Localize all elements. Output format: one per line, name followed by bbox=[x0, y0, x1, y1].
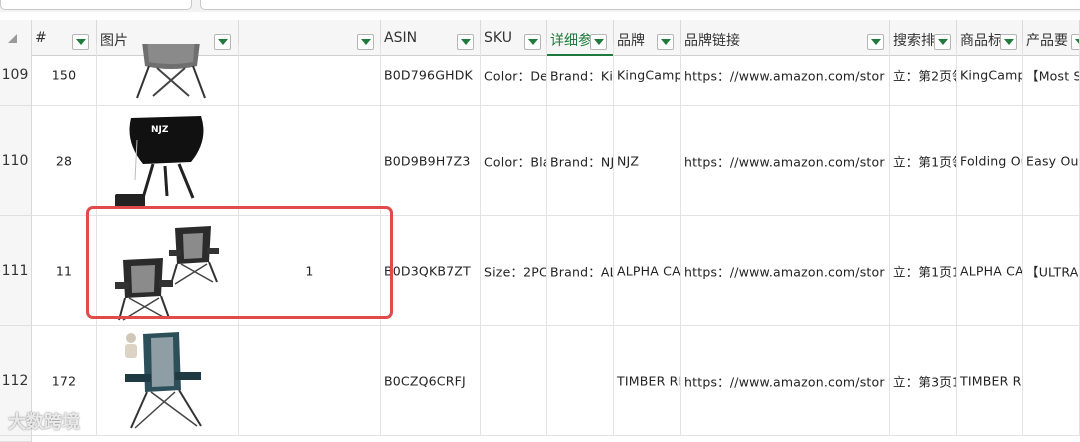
cell-text: https：//www.amazon.com/stor bbox=[684, 154, 885, 169]
cell-blank[interactable] bbox=[239, 44, 381, 106]
cell-text: Color：De bbox=[484, 68, 547, 83]
cell-image[interactable]: NJZ bbox=[97, 106, 239, 216]
cell-product-title[interactable]: ALPHA CA bbox=[957, 216, 1023, 326]
cell-blank[interactable] bbox=[239, 326, 381, 436]
cell-text: 150 bbox=[51, 67, 77, 82]
cell-brand-link[interactable]: https：//www.amazon.com/stor bbox=[681, 216, 890, 326]
cell-text: Easy Out bbox=[1026, 153, 1080, 168]
row-number: 112 bbox=[1, 372, 29, 389]
watermark: 大数跨境 bbox=[8, 412, 80, 433]
cell-product-title[interactable]: TIMBER RI bbox=[957, 326, 1023, 436]
cell-text: 立：第1页1 bbox=[893, 264, 957, 279]
cell-text: B0D3QKB7ZT bbox=[384, 263, 471, 278]
cell-text: 【Most S bbox=[1026, 68, 1080, 83]
cell-brand-link[interactable]: https：//www.amazon.com/stor bbox=[681, 326, 890, 436]
row-header[interactable]: 111 bbox=[0, 216, 32, 326]
cell-asin[interactable]: B0D3QKB7ZT bbox=[381, 216, 481, 326]
cell-image[interactable] bbox=[97, 326, 239, 436]
cell-brand-link[interactable]: https：//www.amazon.com/stor bbox=[681, 44, 890, 106]
name-box[interactable] bbox=[0, 0, 192, 10]
cell-image[interactable] bbox=[97, 44, 239, 106]
row-header[interactable] bbox=[0, 436, 32, 442]
cell-text: 【ULTRA bbox=[1026, 264, 1079, 279]
cell-detail[interactable] bbox=[547, 326, 614, 436]
cell-brand[interactable]: TIMBER RI bbox=[614, 326, 681, 436]
cell-sku[interactable]: Size：2PC bbox=[481, 216, 547, 326]
row-number: 111 bbox=[1, 262, 29, 279]
cell-search[interactable]: 立：第1页领 bbox=[890, 106, 957, 216]
cell-sku[interactable] bbox=[481, 326, 547, 436]
cell-product-features[interactable]: 【ULTRA bbox=[1023, 216, 1080, 326]
cell-text: B0D9B9H7Z3 bbox=[384, 153, 471, 168]
chair-image bbox=[115, 226, 219, 321]
cell-text: KingCamp bbox=[960, 67, 1023, 82]
cell-detail[interactable]: Brand：NJZ bbox=[547, 106, 614, 216]
cell-blank[interactable] bbox=[239, 106, 381, 216]
cell-text: NJZ bbox=[617, 153, 640, 168]
cell-brand-link[interactable]: https：//www.amazon.com/stor bbox=[681, 106, 890, 216]
cell-num[interactable]: 28 bbox=[32, 106, 97, 216]
cell-sku[interactable]: Color：Bla bbox=[481, 106, 547, 216]
cell-text: B0D796GHDK bbox=[384, 67, 473, 82]
cell-product-features[interactable]: 【Most S bbox=[1023, 44, 1080, 106]
formula-bar-area bbox=[0, 0, 1080, 12]
cell-text: KingCamp bbox=[617, 67, 681, 82]
row-number: 109 bbox=[1, 66, 29, 83]
row-header[interactable]: 110 bbox=[0, 106, 32, 216]
chair-image bbox=[125, 332, 202, 429]
cell-text: Folding Ou bbox=[960, 153, 1023, 168]
row-header[interactable]: 109 bbox=[0, 44, 32, 106]
cell-detail[interactable]: Brand：Kin bbox=[547, 44, 614, 106]
cell-text: https：//www.amazon.com/stor bbox=[684, 374, 885, 389]
cell-search[interactable]: 立：第1页1 bbox=[890, 216, 957, 326]
cell-asin[interactable]: B0CZQ6CRFJ bbox=[381, 326, 481, 436]
cell-blank[interactable]: 1 bbox=[239, 216, 381, 326]
cell-text: 11 bbox=[55, 263, 73, 278]
cell-text: Brand：AL bbox=[550, 264, 614, 279]
cell-text: 172 bbox=[51, 373, 77, 388]
cell-text: 28 bbox=[55, 153, 73, 168]
row-number: 110 bbox=[1, 152, 29, 169]
cell-text: ALPHA CA bbox=[617, 263, 681, 278]
chair-image bbox=[136, 44, 206, 99]
cell-text: ALPHA CA bbox=[960, 263, 1023, 278]
cell-search[interactable]: 立：第2页领 bbox=[890, 44, 957, 106]
cell-sku[interactable]: Color：De bbox=[481, 44, 547, 106]
cell-asin[interactable]: B0D796GHDK bbox=[381, 44, 481, 106]
cell-product-title[interactable]: Folding Ou bbox=[957, 106, 1023, 216]
image-label: NJZ bbox=[151, 125, 169, 135]
cell-brand[interactable]: KingCamp bbox=[614, 44, 681, 106]
cell-product-title[interactable]: KingCamp bbox=[957, 44, 1023, 106]
cell-image[interactable] bbox=[97, 216, 239, 326]
cell-text: 立：第3页1 bbox=[893, 374, 957, 389]
cell-text: 立：第2页领 bbox=[893, 68, 956, 83]
cell-num[interactable]: 11 bbox=[32, 216, 97, 326]
cell-text: TIMBER RI bbox=[960, 373, 1023, 388]
cell-text: https：//www.amazon.com/stor bbox=[684, 68, 885, 83]
cell-product-features[interactable]: Easy Out bbox=[1023, 106, 1080, 216]
cell-text: Brand：Kin bbox=[550, 68, 614, 83]
cell-text: TIMBER RI bbox=[617, 373, 681, 388]
cell-text: B0CZQ6CRFJ bbox=[384, 373, 466, 388]
formula-input[interactable] bbox=[200, 0, 1080, 10]
cell-detail[interactable]: Brand：AL bbox=[547, 216, 614, 326]
cell-brand[interactable]: NJZ bbox=[614, 106, 681, 216]
cell-text: https：//www.amazon.com/stor bbox=[684, 264, 885, 279]
chair-image: NJZ bbox=[115, 116, 204, 208]
cell-text: 1 bbox=[305, 263, 314, 278]
cell-text: 立：第1页领 bbox=[893, 154, 956, 169]
cell-text: Size：2PC bbox=[484, 264, 547, 279]
cell-product-features[interactable] bbox=[1023, 326, 1080, 436]
cell-brand[interactable]: ALPHA CA bbox=[614, 216, 681, 326]
cell-text: Brand：NJZ bbox=[550, 154, 614, 169]
cell-text: Color：Bla bbox=[484, 154, 547, 169]
cell-num[interactable]: 150 bbox=[32, 44, 97, 106]
cell-search[interactable]: 立：第3页1 bbox=[890, 326, 957, 436]
spreadsheet-grid: # 图片 ASIN SKU 详细参 品牌 品牌链接 搜索排 商品标 产品要 10… bbox=[0, 12, 1080, 442]
cell-asin[interactable]: B0D9B9H7Z3 bbox=[381, 106, 481, 216]
